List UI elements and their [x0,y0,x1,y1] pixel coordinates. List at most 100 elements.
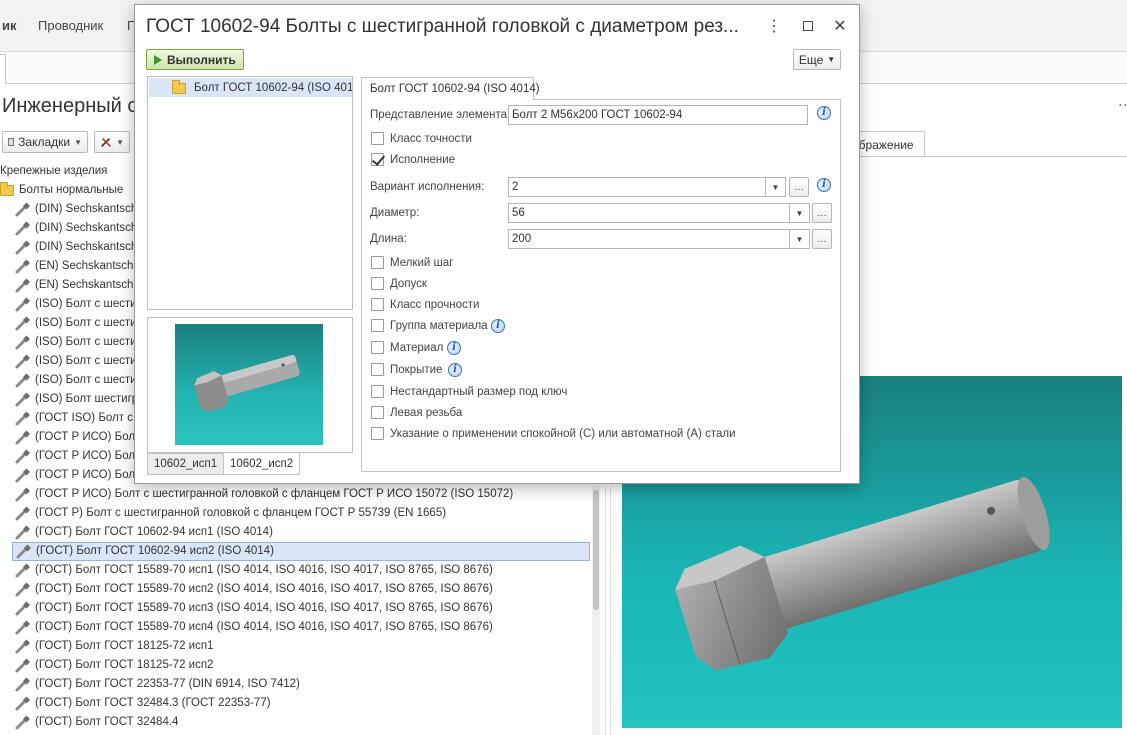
variant-dropdown-button[interactable]: ▼ [766,177,786,197]
tree-item[interactable]: (ГОСТ) Болт ГОСТ 32484.3 (ГОСТ 22353-77) [14,694,271,713]
tree-item[interactable]: (ISO) Болт с шестиг [14,295,141,314]
info-icon[interactable]: i [447,341,461,355]
tree-item[interactable]: (ГОСТ Р ИСО) Болт [14,447,140,466]
fine-pitch-checkbox-row[interactable]: Мелкий шаг [371,256,453,269]
tree-item[interactable]: (DIN) Sechskantsch [14,200,137,219]
tab-bolt-form[interactable]: Болт ГОСТ 10602-94 (ISO 4014) [361,77,540,100]
tree-item[interactable]: (ГОСТ) Болт ГОСТ 10602-94 исп1 (ISO 4014… [14,523,273,542]
panel-splitter[interactable] [605,486,611,735]
menu-item-app[interactable]: ик [2,18,17,33]
tree-item[interactable]: (ISO) Болт с шестиг [14,314,141,333]
length-dropdown-button[interactable]: ▼ [790,229,810,249]
coating-checkbox-row[interactable]: Покрытие [371,363,442,376]
tree-item-label: (ISO) Болт с шестиг [35,317,141,329]
variant-select-button[interactable]: … [789,177,809,197]
tree-item-label: (EN) Sechskantschra [35,279,144,291]
tree-item[interactable]: (ГОСТ) Болт ГОСТ 15589-70 исп1 (ISO 4014… [14,561,493,580]
variant-field[interactable]: 2 [508,177,766,197]
length-field[interactable]: 200 [508,229,790,249]
tree-item[interactable]: (ГОСТ) Болт ГОСТ 22353-77 (DIN 6914, ISO… [14,675,300,694]
list-item[interactable]: Болт ГОСТ 10602-94 (ISO 401... [149,78,352,97]
tree-item[interactable]: (ГОСТ Р ИСО) Болт [14,428,140,447]
window-tab[interactable] [0,54,6,84]
tree-item[interactable]: (ГОСТ) Болт ГОСТ 18125-72 исп1 [14,637,213,656]
bolt-icon [14,619,31,636]
accuracy-class-checkbox[interactable] [371,132,384,145]
tab-divider [860,156,1127,157]
nonstandard-key-checkbox[interactable] [371,385,384,398]
diameter-field[interactable]: 56 [508,203,790,223]
left-thread-checkbox[interactable] [371,406,384,419]
more-vertical-icon[interactable]: ⋮ [1118,98,1127,112]
material-checkbox[interactable] [371,341,384,354]
tree-scrollbar[interactable] [592,486,600,735]
menu-item-explorer[interactable]: Проводник [38,18,103,33]
tree-folder[interactable]: Болты нормальные [0,181,123,200]
bolt-icon [14,277,31,294]
tree-item[interactable]: (ГОСТ) Болт ГОСТ 10602-94 исп2 (ISO 4014… [12,542,590,561]
tree-root[interactable]: Крепежные изделия [0,162,107,181]
diameter-dropdown-button[interactable]: ▼ [790,203,810,223]
more-vertical-icon[interactable]: ⋮ [763,15,785,37]
strength-class-checkbox-row[interactable]: Класс прочности [371,298,479,311]
nonstandard-key-checkbox-row[interactable]: Нестандартный размер под ключ [371,385,567,398]
tree-item[interactable]: (EN) Sechskantschra [14,276,144,295]
info-icon[interactable]: i [817,178,831,192]
maximize-button[interactable] [797,15,819,37]
left-thread-checkbox-row[interactable]: Левая резьба [371,406,462,419]
tree-item[interactable]: (ГОСТ Р) Болт с шестигранной головкой с … [14,504,446,523]
bolt-icon [14,410,31,427]
bookmarks-button[interactable]: Закладки ▼ [2,131,88,153]
tree-item[interactable]: (ГОСТ) Болт ГОСТ 15589-70 исп2 (ISO 4014… [14,580,493,599]
more-button[interactable]: Еще ▼ [793,49,841,70]
fine-pitch-checkbox[interactable] [371,256,384,269]
execution-checkbox-row[interactable]: Исполнение [371,153,455,166]
scrollbar-thumb[interactable] [593,490,599,610]
tree-item[interactable]: (EN) Sechskantschra [14,257,144,276]
steel-note-checkbox-row[interactable]: Указание о применении спокойной (С) или … [371,427,736,440]
execution-checkbox[interactable] [371,153,384,166]
run-button[interactable]: Выполнить [146,49,244,70]
tab-variant-2[interactable]: 10602_исп2 [223,453,301,475]
coating-checkbox[interactable] [371,363,384,376]
tree-item[interactable]: (ГОСТ) Болт ГОСТ 15589-70 исп4 (ISO 4014… [14,618,493,637]
tree-root-label: Крепежные изделия [0,165,108,177]
tree-item[interactable]: (ISO) Болт с шести [14,333,137,352]
material-group-checkbox-row[interactable]: Группа материала [371,319,488,332]
tree-item[interactable]: (ГОСТ Р ИСО) Болт с шестигранной головко… [14,485,513,504]
accuracy-class-checkbox-row[interactable]: Класс точности [371,132,472,145]
close-button[interactable]: ✕ [829,15,851,37]
tree-item[interactable]: (DIN) Sechskantsch [14,238,137,257]
dialog-title: ГОСТ 10602-94 Болты с шестигранной голов… [146,16,739,37]
tree-item[interactable]: (ГОСТ ISO) Болт с ш [14,409,145,428]
tree-item[interactable]: (ISO) Болт с шести [14,371,137,390]
tab-variant-1[interactable]: 10602_исп1 [147,453,225,475]
bolt-icon [14,695,31,712]
tools-button[interactable]: ▼ [94,131,130,153]
tolerance-checkbox[interactable] [371,277,384,290]
tree-item-label: (DIN) Sechskantsch [35,241,138,253]
tree-item[interactable]: (ГОСТ Р ИСО) Болт [14,466,140,485]
material-checkbox-row[interactable]: Материал [371,341,443,354]
tree-item[interactable]: (ГОСТ) Болт ГОСТ 18125-72 исп2 [14,656,213,675]
tree-item[interactable]: (DIN) Sechskantsch [14,219,137,238]
tree-item[interactable]: (ГОСТ) Болт ГОСТ 15589-70 исп3 (ISO 4014… [14,599,493,618]
tree-item-label: (ГОСТ Р ИСО) Болт [35,469,141,481]
info-icon[interactable]: i [491,319,505,333]
bolt-icon [14,486,31,503]
length-select-button[interactable]: … [812,229,832,249]
tree-item[interactable]: (ГОСТ) Болт ГОСТ 32484.4 [14,713,178,732]
bolt-icon [14,714,31,731]
presentation-field[interactable]: Болт 2 M56x200 ГОСТ 10602-94 [508,105,808,125]
strength-class-checkbox[interactable] [371,298,384,311]
tree-folder-label: Болты нормальные [19,184,124,196]
tree-item-label: (ГОСТ) Болт ГОСТ 15589-70 исп4 (ISO 4014… [35,621,493,633]
tree-item[interactable]: (ISO) Болт с шести [14,352,137,371]
info-icon[interactable]: i [448,363,462,377]
tree-item[interactable]: (ISO) Болт шестигр [14,390,138,409]
diameter-select-button[interactable]: … [812,203,832,223]
tolerance-checkbox-row[interactable]: Допуск [371,277,427,290]
material-group-checkbox[interactable] [371,319,384,332]
info-icon[interactable]: i [817,106,831,120]
steel-note-checkbox[interactable] [371,427,384,440]
